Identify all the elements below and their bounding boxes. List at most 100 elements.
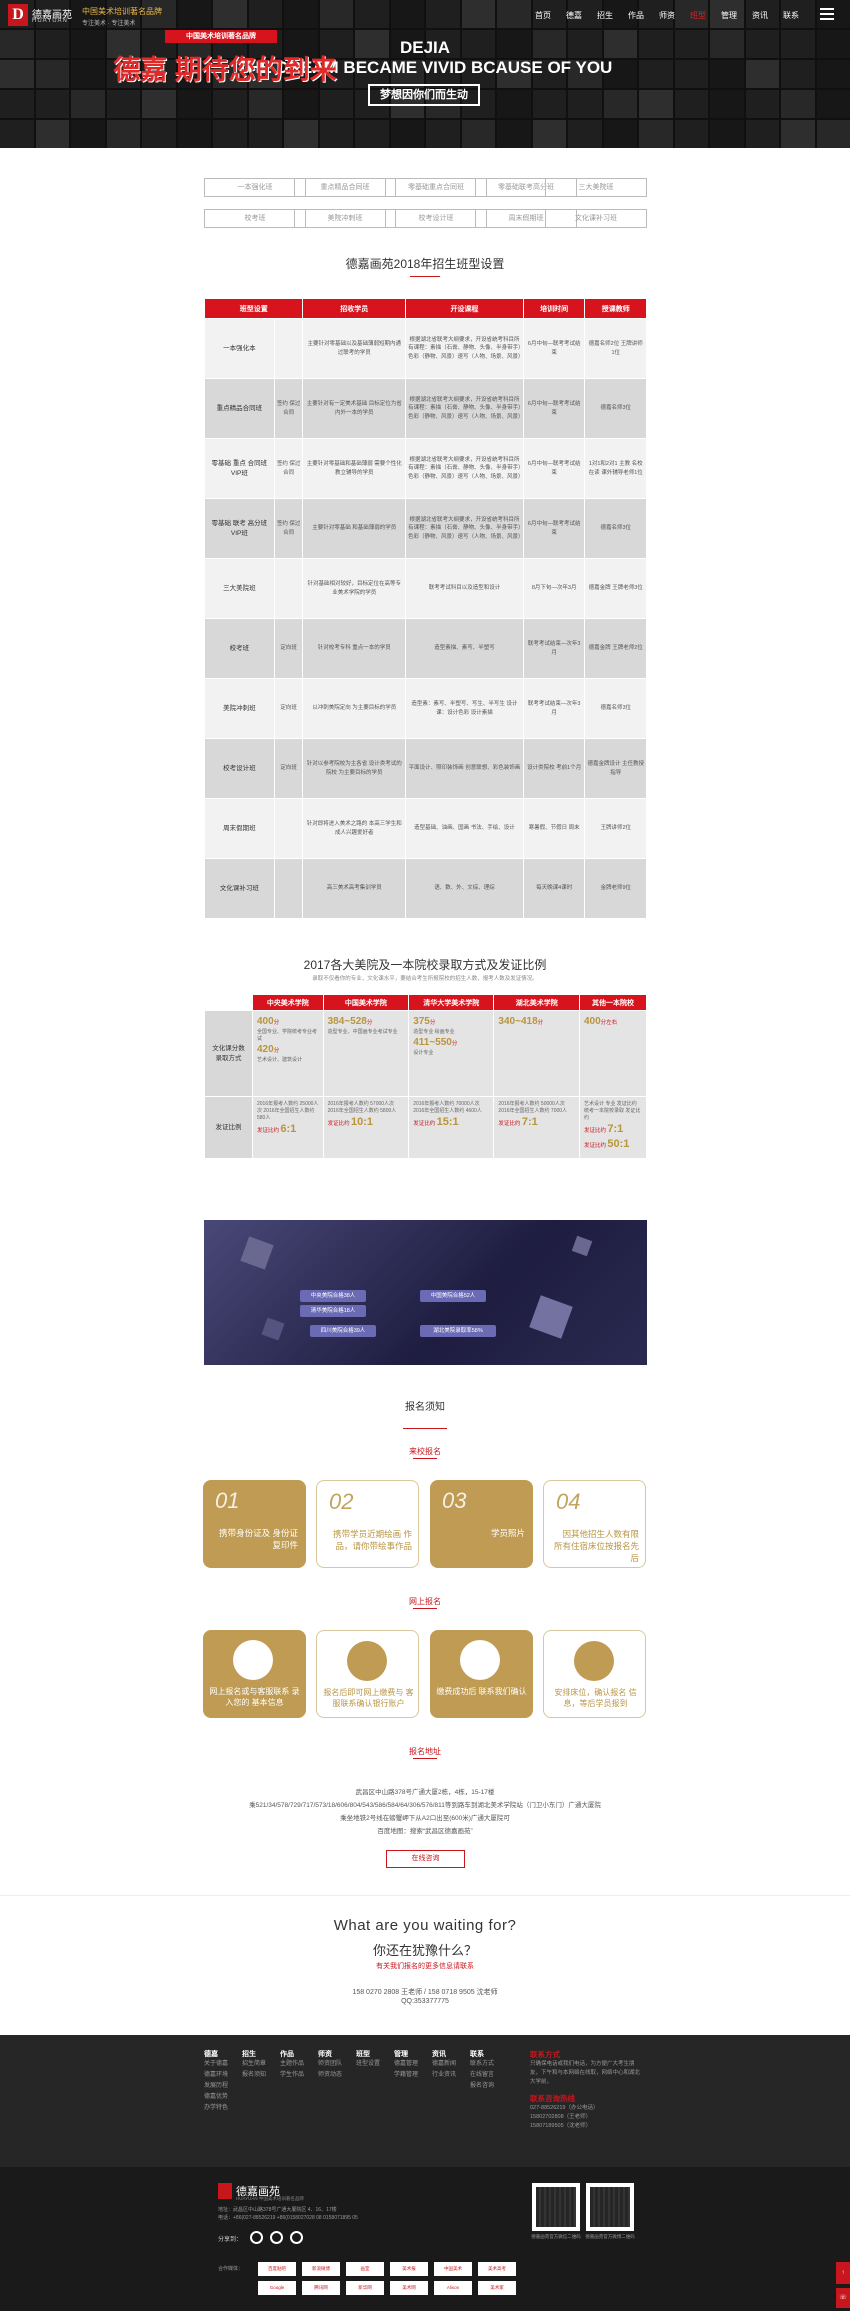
onsite-step-1: 01 携带身份证及 身份证复印件 [203,1480,306,1568]
logo-mark-icon[interactable]: D [8,4,28,26]
cta-note: 有关我们报名的更多信息请联系 [376,1963,474,1970]
consult-button[interactable]: 在线咨询 [386,1850,465,1868]
phone-icon [460,1640,500,1680]
table2-title: 2017各大美院及一本院校录取方式及发证比例 [303,958,547,972]
footer-column: 作品 主题作品 学生作品 [280,2051,305,2078]
table-row: 三大美院班 针对基础相对较好，目标定位在高等专业美术学院的学员 联考考试科目以及… [204,558,647,619]
nav-contact[interactable]: 联系 [783,10,799,21]
online-label: 网上报名 [409,1597,441,1606]
qr-caption: 德嘉画苑官方微博二维码 [585,2234,635,2239]
qq-share-icon[interactable] [270,2231,283,2244]
banner-pill: 清华美院合格18人 [300,1305,366,1317]
table-row: 发证比例 2016年报考人数约 25000人次 2016年全国招生人数约 580… [204,1096,648,1159]
partner-logo[interactable]: 美术报 [390,2262,428,2276]
cta-title-en: What are you waiting for? [333,1917,517,1934]
nav-works[interactable]: 作品 [628,10,644,21]
footer-logo-sub: HUAYUAN 中国美术培训著名品牌 [236,2196,304,2201]
table-header: 开设课程 [404,298,524,319]
table2-subtitle: 录取不仅看你的专业，文化课水平，要结合考生所报院校的招生人数，报考人数及发证情况… [312,976,538,982]
banner-pill: 中国美院合格52人 [420,1290,486,1302]
table-row: 重点精品合同班 签约 保过 合同 主要针对有一定美术基础 目标定位为省内外一本的… [204,378,647,439]
cta-qq: QQ:353377775 [401,1998,449,2005]
nav-classes[interactable]: 班型 [690,10,706,21]
cta-title-cn: 你还在犹豫什么？ [372,1943,477,1958]
address-line: 乘521/34/578/729/717/573/18/606/804/543/5… [249,1802,601,1809]
partner-logo[interactable]: 新浪微博 [302,2262,340,2276]
table-row: 一本强化本 主要针对零基础以及基础薄弱短期内通过联考的学员 根据湖北省联考大纲要… [204,318,647,379]
banner-tag: 中国美术培训著名品牌 [165,30,277,43]
nav-management[interactable]: 管理 [721,10,737,21]
hero-button[interactable]: 梦想因你们而生动 [368,84,480,106]
menu-icon[interactable] [820,8,834,20]
partner-logo[interactable]: Alison [434,2281,472,2295]
nav-teachers[interactable]: 师资 [659,10,675,21]
table-header: 授课教师 [584,298,647,319]
table-header: 班型设置 [203,298,304,319]
partner-logo[interactable]: 美术家 [478,2281,516,2295]
nav-news[interactable]: 资讯 [752,10,768,21]
table-row: 零基础 重点 合同班 VIP班 签约 保过 合同 主要针对零基础和基础薄弱 需要… [204,438,647,499]
class-button[interactable]: 三大美院班 [545,178,647,197]
phone-side-icon[interactable]: ☏ [836,2288,850,2308]
address-label: 报名地址 [409,1747,441,1756]
online-step-1: 网上报名或与客服联系 录入您的 基本信息 [203,1630,306,1718]
cta-phone: 158 0270 2808 王老师 / 158 0718 9505 沈老师 [352,1989,498,1996]
table1-title: 德嘉画苑2018年招生班型设置 [345,257,505,271]
table-header: 清华大学美术学院 [408,994,495,1011]
nav-enroll[interactable]: 招生 [597,10,613,21]
divider [0,1895,850,1896]
partner-logo[interactable]: Google [258,2281,296,2295]
table-row: 美院冲刺班 定向班 以冲刺美院定向 为主要目标的学员 造型素：素写、半塑写、写生… [204,678,647,739]
partner-logo[interactable]: 腾讯网 [302,2281,340,2295]
table-row: 文化课分数 录取方式 400分 全国专业、学院统考专业考试 420分 艺术设计、建筑设… [204,1010,648,1097]
weixin-share-icon[interactable] [250,2231,263,2244]
user-info-icon [347,1641,387,1681]
footer-address: 地址：武昌区中山路378号广通大厦院区 4、16、17楼 [218,2207,337,2213]
online-step-3: 缴费成功后 联系我们确认 [430,1630,533,1718]
divider [413,1458,437,1459]
class-button[interactable]: 校考班 [204,209,306,228]
share-label: 分享到： [218,2237,243,2243]
footer-tel: 电话：+86(027-88526219 +86(0158027028 08 01… [218,2215,358,2221]
wechat-qr-code [532,2183,580,2231]
table-header: 招收学员 [302,298,406,319]
registration-title: 报名须知 [405,1402,445,1413]
header-slogan-sub: 专注美术 · 专注美术 [82,21,136,27]
weibo-share-icon[interactable] [290,2231,303,2244]
footer-column: 管理 德嘉管理 学籍管理 [394,2051,419,2078]
onsite-label: 来校报名 [409,1447,441,1456]
footer-links [0,2035,850,2167]
partner-logo[interactable]: 中国美术 [434,2262,472,2276]
partners-label: 合作媒体： [218,2266,244,2272]
footer-column: 师资 师资团队 师资动态 [318,2051,343,2078]
footer-contact: 联系方式 只确保电话或我们电话，为方便广大考生朋友，下午和与本网络在线取，网络中… [530,2050,641,2129]
address-line: 乘坐地铁2号线在螃蟹岬下从A2口出至(600米)广通大厦院可 [340,1815,510,1822]
nav-dejia[interactable]: 德嘉 [566,10,582,21]
class-button[interactable]: 一本强化班 [204,178,306,197]
partner-logo[interactable]: 新华网 [346,2281,384,2295]
address-line: 百度地图：搜索“武昌区德嘉画苑” [377,1828,473,1835]
table-header: 湖北美术学院 [493,994,580,1011]
banner-pill: 湖北美院录取率58% [420,1325,496,1337]
nav-home[interactable]: 首页 [535,10,551,21]
class-button[interactable]: 文化课补习班 [545,209,647,228]
back-to-top-icon[interactable]: ↑ [836,2262,850,2284]
partner-logo[interactable]: 画室 [346,2262,384,2276]
class-button[interactable]: 校考设计班 [385,209,487,228]
header-slogan: 中国美术培训著名品牌 [82,7,162,16]
footer-logo-icon [218,2183,232,2199]
table-header: 中国美术学院 [322,994,410,1011]
table-row: 校考班 定向班 针对校考专科 重点一本的学员 造型素描、素写、半塑写 联考考试结… [204,618,647,679]
divider [403,1428,447,1429]
class-button[interactable]: 美院冲刺班 [294,209,396,228]
table-header: 其他一本院校 [578,994,648,1011]
class-button[interactable]: 零基础重点合同班 [385,178,487,197]
divider [413,1608,437,1609]
partner-logo[interactable]: 美术高考 [478,2262,516,2276]
class-button[interactable]: 重点精品合同班 [294,178,396,197]
table-row: 文化课补习班 高三美术高考集训学员 语、数、外、文综、理综 每天晚课4课时 金牌… [204,858,647,919]
partner-logo[interactable]: 百度贴吧 [258,2262,296,2276]
partner-logo[interactable]: 美术网 [390,2281,428,2295]
table-row: 零基础 联考 高分班 VIP班 签约 保过 合同 主要针对零基础 和基础薄弱的学… [204,498,647,559]
logo-subtext: HUAYUAN [32,18,68,24]
